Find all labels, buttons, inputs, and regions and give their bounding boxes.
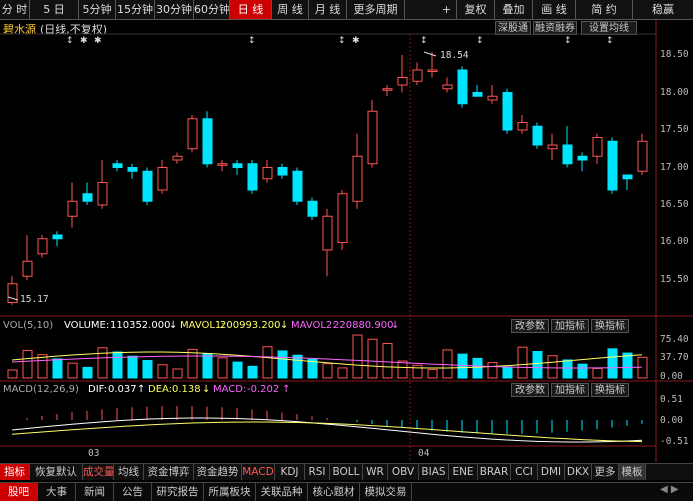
bottom-nav-item[interactable]: 所属板块: [204, 483, 256, 501]
date-label-march: 03: [88, 448, 100, 459]
indicator-tab[interactable]: MACD: [242, 464, 275, 480]
indicator-tab[interactable]: 指标: [0, 464, 30, 480]
indicator-tab[interactable]: BOLL: [330, 464, 363, 480]
indicator-tab-bar: 指标 恢复默认 成交量 均线 资金博弈 资金趋势 MACD KDJ RSI BOLL WR OBV BI…: [0, 463, 693, 480]
indicator-tab[interactable]: DKX: [565, 464, 592, 480]
svg-text:↕: ↕: [248, 36, 256, 46]
macd-tick: -0.51: [660, 436, 689, 447]
bottom-nav-item[interactable]: 大事: [38, 483, 76, 501]
price-tick: 17.00: [660, 162, 689, 173]
mavol2-arrow-icon: ↓: [391, 320, 400, 331]
macd-tick: 0.00: [660, 415, 683, 426]
macd-add-indicator-button[interactable]: 加指标: [551, 383, 589, 397]
volume-label: VOLUME:: [64, 320, 110, 331]
macd-tick: 0.51: [660, 394, 683, 405]
bottom-nav-item[interactable]: 股吧: [0, 483, 38, 501]
macd-edit-params-button[interactable]: 改参数: [511, 383, 549, 397]
indicator-tab[interactable]: RSI: [305, 464, 330, 480]
date-label-april: 04: [418, 448, 430, 459]
indicator-tab[interactable]: 恢复默认: [30, 464, 83, 480]
indicator-tab[interactable]: KDJ: [275, 464, 305, 480]
bottom-nav: 股吧 大事 新闻 公告 研究报告 所属板块 关联品种 核心题材 模拟交易: [0, 482, 693, 501]
price-tick: 15.50: [660, 274, 689, 285]
volume-switch-indicator-button[interactable]: 换指标: [591, 319, 629, 333]
volume-tick: 75.40: [660, 334, 689, 345]
indicator-tab[interactable]: DMI: [538, 464, 565, 480]
indicator-tab[interactable]: WR: [363, 464, 388, 480]
svg-text:✱: ✱: [80, 36, 88, 46]
mavol1-arrow-icon: ↓: [280, 320, 289, 331]
dea-label: DEA:: [148, 384, 173, 395]
svg-text:↕: ↕: [606, 36, 614, 46]
indicator-tab[interactable]: OBV: [388, 464, 419, 480]
mavol2-value: 220880.900: [333, 320, 394, 331]
mavol1-value: 200993.200: [220, 320, 281, 331]
indicator-tab[interactable]: BRAR: [478, 464, 511, 480]
macd-label: MACD:: [213, 384, 247, 395]
indicator-tab[interactable]: 更多: [592, 464, 619, 480]
bottom-nav-item[interactable]: 核心题材: [308, 483, 360, 501]
price-tick: 17.50: [660, 124, 689, 135]
indicator-tab[interactable]: 成交量: [83, 464, 114, 480]
svg-text:✱: ✱: [352, 36, 360, 46]
volume-tick: 0.00: [660, 371, 683, 382]
svg-text:✱: ✱: [94, 36, 102, 46]
svg-text:↕: ↕: [476, 36, 484, 46]
price-tick: 18.00: [660, 87, 689, 98]
dea-arrow-icon: ↓: [202, 384, 211, 395]
macd-indicator-label: MACD(12,26,9): [3, 384, 79, 395]
bottom-nav-item[interactable]: 公告: [114, 483, 152, 501]
indicator-tab[interactable]: BIAS: [419, 464, 449, 480]
bottom-nav-item[interactable]: 新闻: [76, 483, 114, 501]
bottom-nav-item[interactable]: 关联品种: [256, 483, 308, 501]
price-tick: 16.00: [660, 236, 689, 247]
macd-switch-indicator-button[interactable]: 换指标: [591, 383, 629, 397]
indicator-tab[interactable]: ENE: [449, 464, 478, 480]
indicator-tab[interactable]: CCI: [511, 464, 538, 480]
price-tick: 16.50: [660, 199, 689, 210]
macd-arrow-icon: ↑: [282, 384, 291, 395]
dif-value: 0.037: [108, 384, 137, 395]
dea-value: 0.138: [172, 384, 201, 395]
volume-indicator-label: VOL(5,10): [3, 320, 54, 331]
indicator-tab[interactable]: 模板: [619, 464, 646, 480]
indicator-tab[interactable]: 均线: [114, 464, 144, 480]
indicator-tab[interactable]: 资金博弈: [144, 464, 194, 480]
dif-arrow-icon: ↑: [137, 384, 146, 395]
nav-arrows-icon[interactable]: ◀ ▶: [660, 484, 679, 495]
volume-edit-params-button[interactable]: 改参数: [511, 319, 549, 333]
dif-label: DIF:: [88, 384, 107, 395]
volume-tick: 37.70: [660, 352, 689, 363]
candlestick-chart: ↕ ✱ ✱ ↕ ↕ ✱ ↕ ↕ ↕ ↕: [0, 19, 693, 462]
price-tick: 18.50: [660, 49, 689, 60]
volume-value: 110352.000: [110, 320, 171, 331]
macd-value: -0.202: [247, 384, 280, 395]
high-price-label: 18.54: [440, 50, 469, 61]
svg-text:↕: ↕: [66, 36, 74, 46]
svg-text:↕: ↕: [564, 36, 572, 46]
mavol1-label: MAVOL1:: [180, 320, 225, 331]
bottom-nav-item[interactable]: 研究报告: [152, 483, 204, 501]
volume-arrow-icon: ↓: [169, 320, 178, 331]
low-price-label: 15.17: [20, 294, 49, 305]
indicator-tab[interactable]: 资金趋势: [194, 464, 242, 480]
svg-text:↕: ↕: [338, 36, 346, 46]
bottom-nav-item[interactable]: 模拟交易: [360, 483, 412, 501]
mavol2-label: MAVOL2:: [291, 320, 336, 331]
svg-text:↕: ↕: [420, 36, 428, 46]
volume-add-indicator-button[interactable]: 加指标: [551, 319, 589, 333]
